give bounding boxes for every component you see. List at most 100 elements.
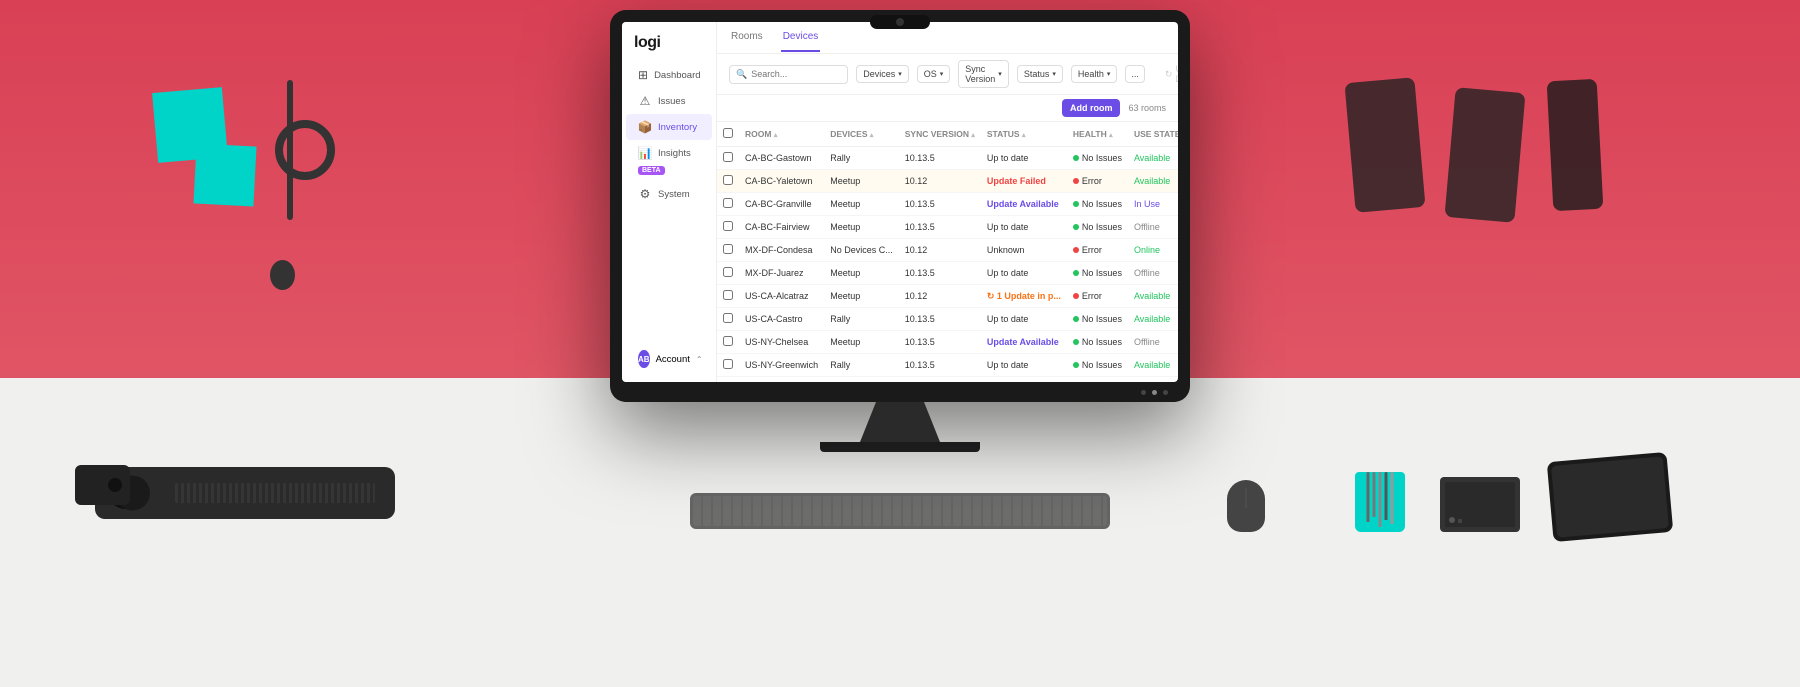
- col-health[interactable]: HEALTH ▴: [1067, 122, 1128, 147]
- cell-devices: Meetup: [824, 216, 899, 239]
- mini-pc: [1440, 477, 1520, 532]
- filter-health-label: Health: [1078, 69, 1104, 79]
- cell-sync-version: 10.13.5: [899, 354, 981, 377]
- row-checkbox[interactable]: [723, 221, 733, 231]
- account-item[interactable]: AB Account ⌃: [630, 344, 708, 374]
- add-room-button[interactable]: Add room: [1062, 99, 1121, 117]
- table-row[interactable]: US-CA-CastroRally10.13.5Up to dateNo Iss…: [717, 308, 1178, 331]
- row-checkbox[interactable]: [723, 198, 733, 208]
- sidebar-item-issues[interactable]: ⚠ Issues: [626, 88, 712, 114]
- select-all-checkbox[interactable]: [723, 128, 733, 138]
- action-group: ↻ Update Devices 📅 Inventory Date 🗑 Dele…: [1161, 62, 1178, 86]
- cell-status: Up to date: [981, 262, 1067, 285]
- table-row[interactable]: CA-BC-YaletownMeetup10.12Update FailedEr…: [717, 170, 1178, 193]
- table-row[interactable]: US-TX-HoosicMeetup10.12Up to dateErrorIn…: [717, 377, 1178, 383]
- cell-devices: Meetup: [824, 285, 899, 308]
- cell-use-state: Offline: [1128, 262, 1178, 285]
- health-dot: [1073, 293, 1079, 299]
- row-checkbox[interactable]: [723, 244, 733, 254]
- app-logo: logi: [622, 30, 716, 62]
- col-devices[interactable]: DEVICES ▴: [824, 122, 899, 147]
- cell-room: US-TX-Hoosic: [739, 377, 824, 383]
- filter-health[interactable]: Health ▾: [1071, 65, 1118, 83]
- table-row[interactable]: US-NY-GreenwichRally10.13.5Up to dateNo …: [717, 354, 1178, 377]
- cell-health: No Issues: [1067, 308, 1128, 331]
- cable-area: [1350, 80, 1600, 220]
- tab-devices[interactable]: Devices: [781, 23, 821, 52]
- table-row[interactable]: US-NY-ChelseaMeetup10.13.5Update Availab…: [717, 331, 1178, 354]
- chart-icon: 📊: [638, 146, 652, 160]
- tablet: [1547, 452, 1674, 542]
- cell-devices: Meetup: [824, 331, 899, 354]
- cell-room: US-NY-Greenwich: [739, 354, 824, 377]
- mouse: [1227, 480, 1265, 532]
- update-icon: ↻: [1165, 69, 1173, 80]
- cell-status: Up to date: [981, 377, 1067, 383]
- search-input[interactable]: [751, 69, 841, 79]
- cell-room: MX-DF-Condesa: [739, 239, 824, 262]
- sidebar-item-label: Dashboard: [654, 70, 700, 81]
- cell-sync-version: 10.13.5: [899, 193, 981, 216]
- sidebar: logi ⊞ Dashboard ⚠ Issues 📦 Inventory: [622, 22, 717, 382]
- tab-rooms[interactable]: Rooms: [729, 23, 765, 52]
- col-sync-version[interactable]: SYNC VERSION ▴: [899, 122, 981, 147]
- cell-use-state: Available: [1128, 308, 1178, 331]
- cell-health: No Issues: [1067, 147, 1128, 170]
- sort-icon: ▴: [971, 132, 975, 139]
- row-checkbox[interactable]: [723, 313, 733, 323]
- cell-use-state: Available: [1128, 170, 1178, 193]
- row-checkbox[interactable]: [723, 290, 733, 300]
- sidebar-item-insights[interactable]: 📊 Insights BETA: [626, 140, 712, 181]
- cell-devices: Meetup: [824, 170, 899, 193]
- health-dot: [1073, 224, 1079, 230]
- sidebar-item-dashboard[interactable]: ⊞ Dashboard: [626, 62, 712, 88]
- table-row[interactable]: US-CA-AlcatrazMeetup10.12↻ 1 Update in p…: [717, 285, 1178, 308]
- sidebar-item-system[interactable]: ⚙ System: [626, 181, 712, 207]
- monitor-bottom-bar: [622, 382, 1178, 402]
- cell-use-state: Offline: [1128, 216, 1178, 239]
- cell-room: CA-BC-Fairview: [739, 216, 824, 239]
- row-checkbox[interactable]: [723, 175, 733, 185]
- search-box[interactable]: 🔍: [729, 65, 848, 84]
- headset: [260, 80, 350, 300]
- cell-status: Unknown: [981, 239, 1067, 262]
- filter-status[interactable]: Status ▾: [1017, 65, 1063, 83]
- chevron-down-icon: ▾: [1107, 70, 1111, 78]
- monitor-screen: logi ⊞ Dashboard ⚠ Issues 📦 Inventory: [622, 22, 1178, 382]
- table-row[interactable]: MX-DF-CondesaNo Devices C...10.12Unknown…: [717, 239, 1178, 262]
- table-row[interactable]: CA-BC-GranvilleMeetup10.13.5Update Avail…: [717, 193, 1178, 216]
- filter-sync[interactable]: Sync Version ▾: [958, 60, 1009, 88]
- cell-sync-version: 10.13.5: [899, 216, 981, 239]
- cell-use-state: In Use: [1128, 193, 1178, 216]
- cell-room: US-CA-Castro: [739, 308, 824, 331]
- row-checkbox[interactable]: [723, 267, 733, 277]
- table-row[interactable]: CA-BC-FairviewMeetup10.13.5Up to dateNo …: [717, 216, 1178, 239]
- filter-os[interactable]: OS ▾: [917, 65, 951, 83]
- col-use-state[interactable]: USE STATE ▴: [1128, 122, 1178, 147]
- filter-devices[interactable]: Devices ▾: [856, 65, 909, 83]
- monitor: logi ⊞ Dashboard ⚠ Issues 📦 Inventory: [610, 10, 1190, 452]
- row-checkbox[interactable]: [723, 152, 733, 162]
- table-row[interactable]: CA-BC-GastownRally10.13.5Up to dateNo Is…: [717, 147, 1178, 170]
- more-options-btn[interactable]: ...: [1125, 65, 1145, 83]
- cell-health: Error: [1067, 239, 1128, 262]
- table-row[interactable]: MX-DF-JuarezMeetup10.13.5Up to dateNo Is…: [717, 262, 1178, 285]
- table-container: ROOM ▴ DEVICES ▴ SYNC VERSION ▴ STATUS ▴…: [717, 122, 1178, 382]
- cell-status: Update Available: [981, 331, 1067, 354]
- cell-health: No Issues: [1067, 354, 1128, 377]
- row-checkbox[interactable]: [723, 359, 733, 369]
- grid-icon: ⊞: [638, 68, 648, 82]
- col-room[interactable]: ROOM ▴: [739, 122, 824, 147]
- cell-status: Update Available: [981, 193, 1067, 216]
- col-status[interactable]: STATUS ▴: [981, 122, 1067, 147]
- cell-health: No Issues: [1067, 216, 1128, 239]
- row-checkbox[interactable]: [723, 336, 733, 346]
- cell-devices: No Devices C...: [824, 239, 899, 262]
- cell-devices: Rally: [824, 147, 899, 170]
- sidebar-item-inventory[interactable]: 📦 Inventory: [626, 114, 712, 140]
- update-devices-label: Update Devices: [1175, 64, 1178, 84]
- cell-health: No Issues: [1067, 331, 1128, 354]
- cell-sync-version: 10.12: [899, 170, 981, 193]
- update-devices-button[interactable]: ↻ Update Devices: [1161, 62, 1178, 86]
- left-speaker: [95, 467, 395, 519]
